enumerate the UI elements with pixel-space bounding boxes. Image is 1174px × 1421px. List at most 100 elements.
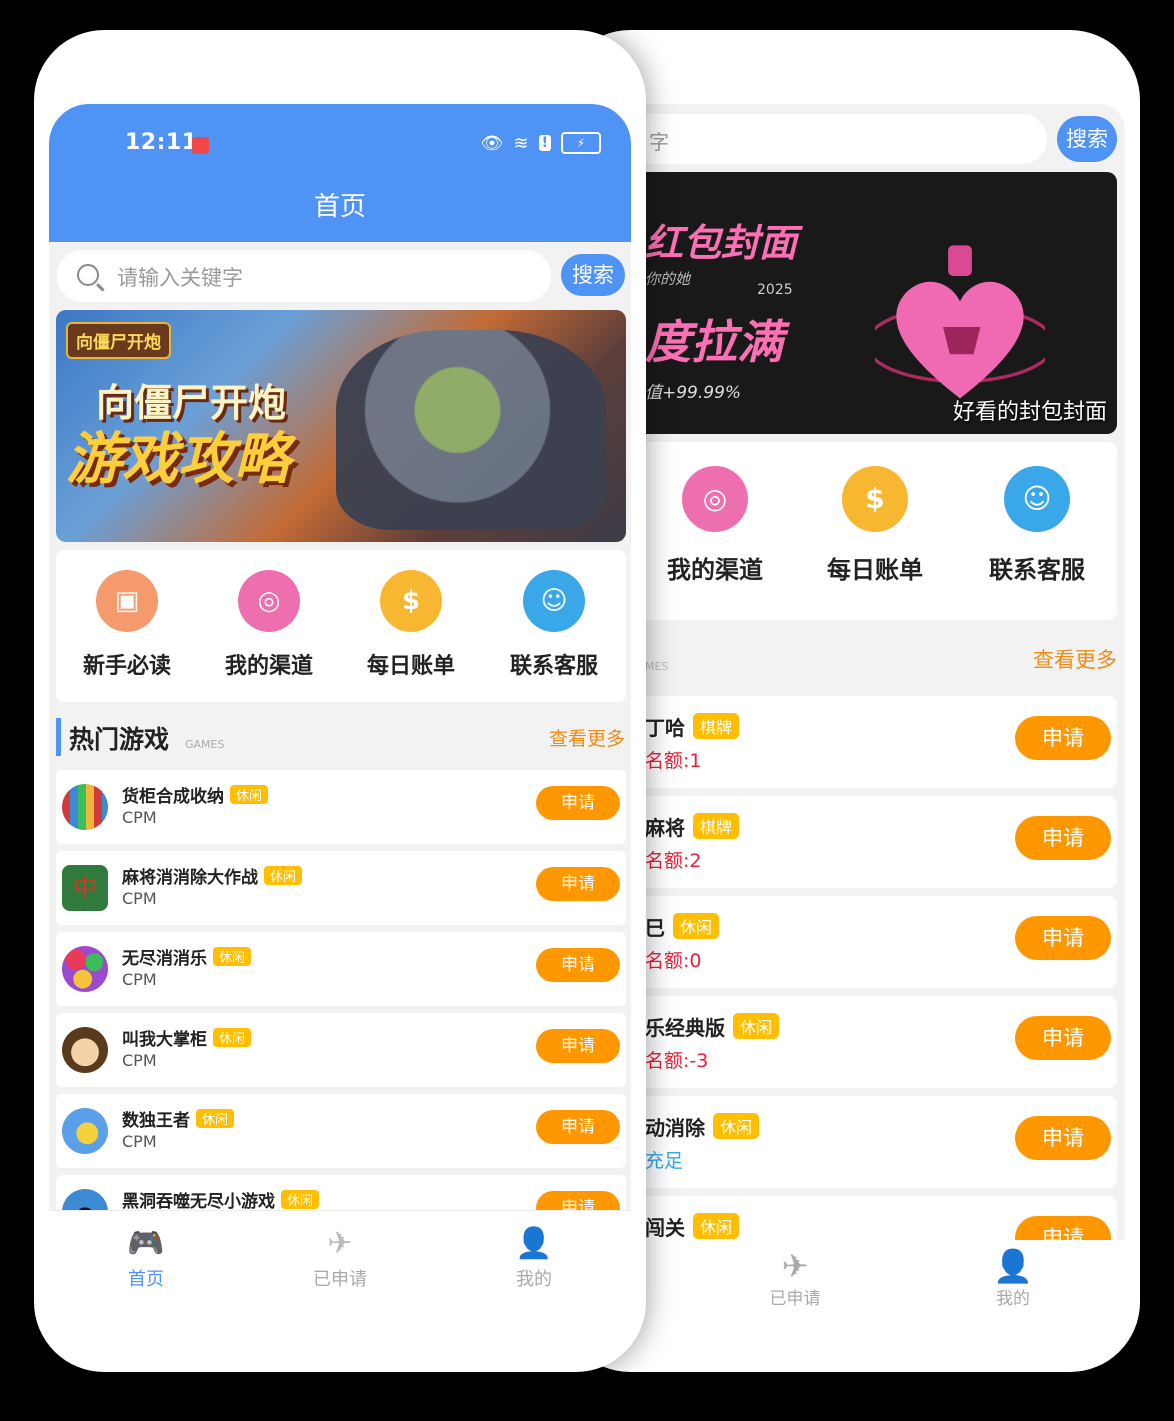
apply-button[interactable]: 申请 (1015, 1116, 1111, 1160)
banner-line2: 度拉满 (645, 315, 783, 369)
menu-label: 新手必读 (82, 654, 171, 679)
tab-applied[interactable]: ✈ 已申请 (243, 1211, 437, 1306)
guide-icon: ▣ (96, 570, 158, 632)
app-header: 12:11 👁 ≋ ! ⚡ 首页 (49, 104, 631, 242)
search-button[interactable]: 搜索 (561, 254, 625, 296)
game-type: CPM (122, 808, 157, 827)
channel-icon: ◎ (238, 570, 300, 632)
paper-plane-icon: ✈ (327, 1226, 353, 1261)
game-row[interactable]: 数独王者 休闲 CPM 申请 (56, 1094, 626, 1168)
tab-label: 首页 (128, 1269, 164, 1290)
apply-button[interactable]: 申请 (1015, 1016, 1111, 1060)
page-title: 首页 (313, 192, 366, 222)
battery-icon: ⚡ (561, 132, 601, 154)
see-more-link[interactable]: 查看更多 (1033, 644, 1117, 674)
apply-button[interactable]: 申请 (1015, 816, 1111, 860)
channel-icon: ◎ (682, 466, 748, 532)
eye-icon: 👁 (480, 132, 504, 154)
game-tag: 休闲 (733, 1013, 780, 1039)
game-row[interactable]: 麻将 棋牌 名额:2 申请 (645, 796, 1117, 888)
search-input[interactable]: 请输入关键字 (57, 250, 551, 302)
user-icon: 👤 (515, 1226, 553, 1261)
fruit-icon (62, 946, 108, 992)
section-subtitle: GAMES (185, 738, 225, 751)
heart-bottle-icon (875, 245, 1045, 399)
game-tag: 棋牌 (693, 813, 740, 839)
banner[interactable]: 向僵尸开炮 向僵尸开炮 游戏攻略 (56, 310, 626, 542)
apply-button[interactable]: 申请 (536, 786, 620, 820)
search-placeholder: 请输入关键字 (117, 266, 243, 290)
quick-menu: ◎ 我的渠道 $ 每日账单 ☺ 联系客服 (645, 442, 1117, 620)
game-tag: 休闲 (213, 1028, 252, 1047)
section-subtitle: MES (645, 660, 669, 673)
bill-icon: $ (380, 570, 442, 632)
game-tag: 休闲 (230, 785, 269, 804)
menu-label: 联系客服 (989, 556, 1085, 584)
banner-line1: 红包封面 (645, 221, 798, 265)
tab-mine[interactable]: 👤 我的 (963, 1248, 1063, 1306)
search-placeholder: 字 (649, 130, 669, 154)
menu-item-service[interactable]: ☺ 联系客服 (967, 442, 1107, 585)
game-type: CPM (122, 1132, 157, 1151)
search-button[interactable]: 搜索 (1057, 116, 1117, 162)
section-title: 热门游戏 (69, 725, 170, 754)
game-tag: 休闲 (673, 913, 720, 939)
apply-button[interactable]: 申请 (1015, 916, 1111, 960)
game-quota: 名额:1 (645, 750, 702, 772)
game-name: 闯关 (645, 1216, 685, 1240)
game-row[interactable]: 货柜合成收纳 休闲 CPM 申请 (56, 770, 626, 844)
game-icon (62, 784, 108, 830)
apply-button[interactable]: 申请 (536, 867, 620, 901)
game-tag: 休闲 (196, 1109, 235, 1128)
game-tag: 棋牌 (693, 713, 740, 739)
game-quota: 名额:2 (645, 850, 702, 872)
tab-mine[interactable]: 👤 我的 (437, 1211, 631, 1306)
apply-button[interactable]: 申请 (536, 1029, 620, 1063)
tab-home[interactable]: 🎮 首页 (49, 1211, 243, 1306)
apply-button[interactable]: 申请 (1015, 716, 1111, 760)
game-name: 巳 (645, 916, 665, 940)
menu-item-guide[interactable]: ▣ 新手必读 (56, 550, 198, 702)
menu-label: 联系客服 (509, 654, 598, 679)
banner[interactable]: 红包封面 你的她 2025 度拉满 值+99.99% 好看的封包封面 (645, 172, 1117, 434)
search-input[interactable]: 字 (645, 114, 1047, 164)
see-more-link[interactable]: 查看更多 (549, 724, 625, 751)
status-icons: 👁 ≋ ! ⚡ (481, 132, 601, 154)
tab-label: 我的 (996, 1289, 1030, 1306)
banner-percent: 值+99.99% (645, 383, 742, 403)
alert-icon: ! (538, 135, 551, 151)
game-row[interactable]: 无尽消消乐 休闲 CPM 申请 (56, 932, 626, 1006)
menu-label: 每日账单 (827, 556, 923, 584)
game-quota: 名额:-3 (645, 1050, 709, 1072)
menu-item-bill[interactable]: $ 每日账单 (805, 442, 945, 585)
banner-year: 2025 (757, 282, 793, 298)
tab-label: 已申请 (769, 1289, 821, 1306)
banner-tag: 向僵尸开炮 (66, 322, 171, 359)
tab-label: 我的 (516, 1269, 552, 1290)
tab-applied[interactable]: ✈ 已申请 (745, 1248, 845, 1306)
back-phone-screen: 字 搜索 红包封面 你的她 2025 度拉满 值+99.99% 好看的封包封面 … (645, 104, 1125, 1306)
menu-item-channel[interactable]: ◎ 我的渠道 (198, 550, 340, 702)
game-row[interactable]: 动消除 休闲 充足 申请 (645, 1096, 1117, 1188)
game-type: CPM (122, 889, 157, 908)
section-accent-bar (56, 718, 61, 756)
game-row[interactable]: 丁哈 棋牌 名额:1 申请 (645, 696, 1117, 788)
menu-item-service[interactable]: ☺ 联系客服 (483, 550, 625, 702)
game-tag: 休闲 (264, 866, 303, 885)
wifi-icon: ≋ (513, 132, 529, 154)
game-row[interactable]: 乐经典版 休闲 名额:-3 申请 (645, 996, 1117, 1088)
game-row[interactable]: 中 麻将消消除大作战 休闲 CPM 申请 (56, 851, 626, 925)
menu-label: 我的渠道 (667, 556, 763, 584)
service-icon: ☺ (1004, 466, 1070, 532)
game-row[interactable]: 叫我大掌柜 休闲 CPM 申请 (56, 1013, 626, 1087)
game-quota: 名额:0 (645, 950, 702, 972)
status-time: 12:11 (125, 130, 198, 155)
apply-button[interactable]: 申请 (536, 1110, 620, 1144)
apply-button[interactable]: 申请 (536, 948, 620, 982)
menu-item-bill[interactable]: $ 每日账单 (340, 550, 482, 702)
game-row[interactable]: 巳休闲 名额:0 申请 (645, 896, 1117, 988)
menu-item-channel[interactable]: ◎ 我的渠道 (645, 442, 785, 585)
user-icon: 👤 (993, 1247, 1033, 1285)
quick-menu: ▣ 新手必读 ◎ 我的渠道 $ 每日账单 ☺ 联系客服 (56, 550, 626, 702)
gamepad-icon: 🎮 (127, 1226, 165, 1261)
